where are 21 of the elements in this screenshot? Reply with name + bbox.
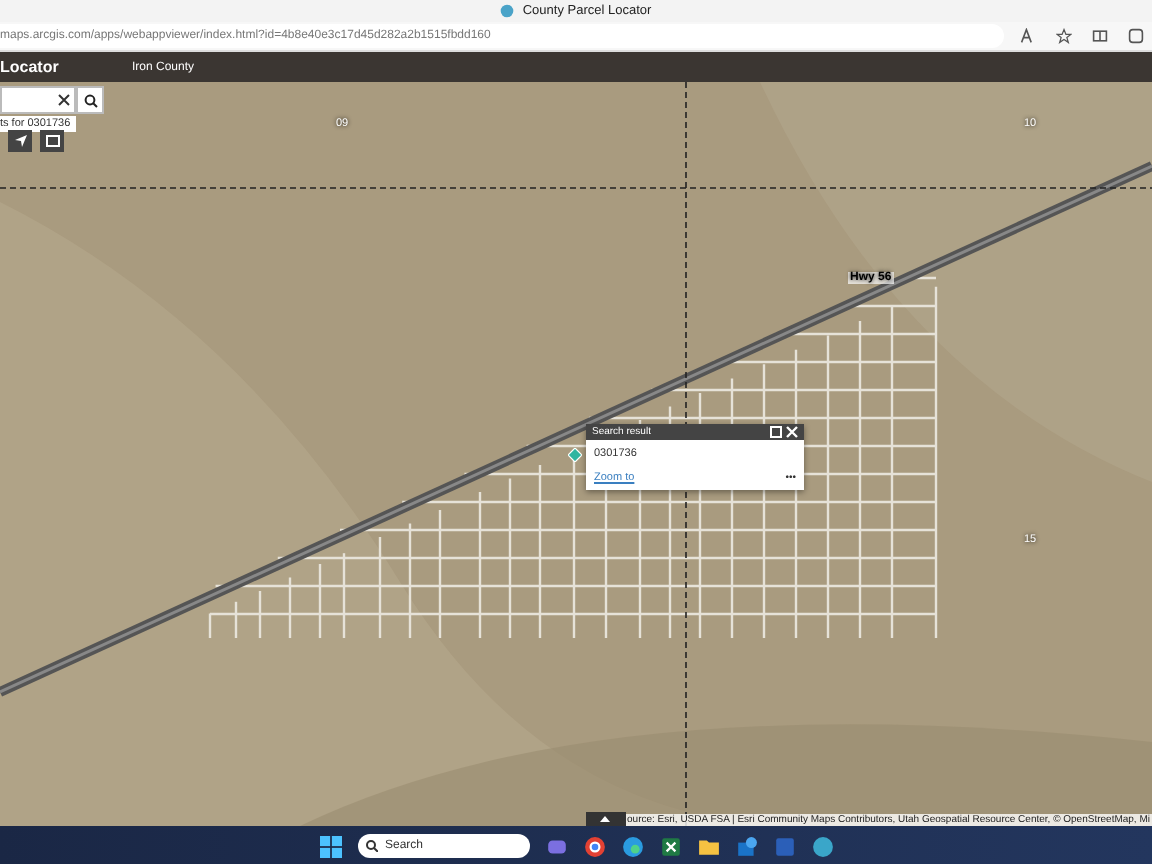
read-aloud-icon[interactable] xyxy=(1020,28,1036,44)
layers-button[interactable] xyxy=(40,130,64,152)
locate-button[interactable] xyxy=(8,130,32,152)
search-icon xyxy=(83,93,97,107)
app-title: Locator xyxy=(0,58,61,76)
maximize-icon[interactable] xyxy=(770,426,782,438)
location-marker-icon xyxy=(568,448,582,462)
search-icon xyxy=(365,840,377,852)
folder-icon[interactable] xyxy=(697,835,719,857)
caret-icon xyxy=(600,816,611,822)
spreadsheet-icon[interactable] xyxy=(659,835,681,857)
star-icon[interactable] xyxy=(1056,28,1072,44)
windows-icon[interactable] xyxy=(319,835,341,857)
search-button[interactable] xyxy=(76,86,104,114)
close-icon[interactable] xyxy=(58,94,70,106)
layers-icon xyxy=(45,134,59,148)
search-field[interactable] xyxy=(0,86,76,114)
circle-icon[interactable] xyxy=(583,835,605,857)
split-screen-icon[interactable] xyxy=(1092,28,1108,44)
attribution-toggle[interactable] xyxy=(585,812,626,826)
arrow-icon xyxy=(13,134,27,148)
